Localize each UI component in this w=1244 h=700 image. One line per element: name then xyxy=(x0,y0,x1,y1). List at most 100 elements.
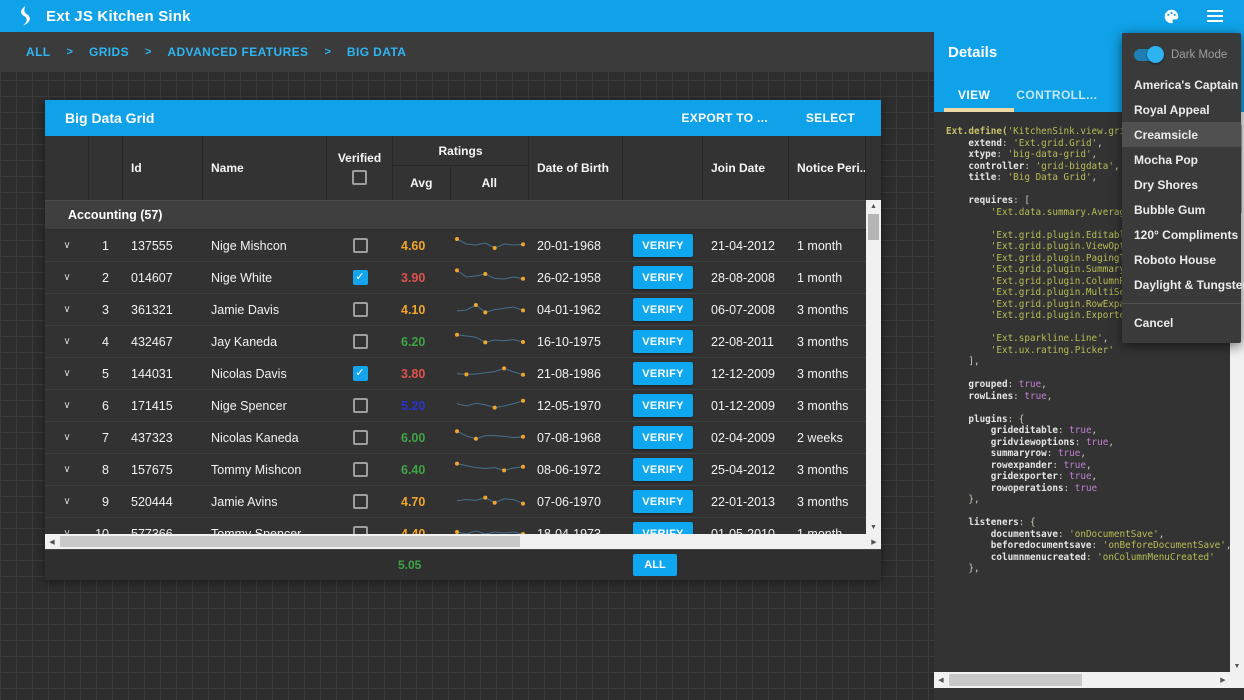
verified-checkbox[interactable] xyxy=(353,334,368,349)
table-row[interactable]: ∨ 8 157675 Tommy Mishcon 6.40 08-06-1972… xyxy=(45,454,866,486)
dark-mode-toggle[interactable] xyxy=(1134,49,1162,61)
table-row[interactable]: ∨ 4 432467 Jay Kaneda 6.20 16-10-1975 VE… xyxy=(45,326,866,358)
verified-checkbox[interactable]: ✓ xyxy=(353,270,368,285)
verify-button[interactable]: VERIFY xyxy=(633,490,693,513)
verified-checkbox[interactable] xyxy=(353,398,368,413)
verify-button[interactable]: VERIFY xyxy=(633,362,693,385)
cell-name: Nicolas Kaneda xyxy=(203,422,327,453)
table-row[interactable]: ∨ 7 437323 Nicolas Kaneda 6.00 07-08-196… xyxy=(45,422,866,454)
group-header-accounting[interactable]: Accounting (57) xyxy=(45,200,866,230)
hamburger-menu-icon[interactable] xyxy=(1204,5,1226,27)
scroll-right-icon[interactable]: ▶ xyxy=(1216,672,1230,688)
grid-vertical-scrollbar[interactable]: ▲ ▼ xyxy=(866,200,881,534)
cell-avg-rating: 6.00 xyxy=(393,422,451,453)
cell-notice-period: 3 months xyxy=(789,294,866,325)
scroll-down-icon[interactable]: ▼ xyxy=(866,521,881,534)
table-row[interactable]: ∨ 1 137555 Nige Mishcon 4.60 20-01-1968 … xyxy=(45,230,866,262)
grid-summary-row: 5.05 ALL xyxy=(45,549,881,580)
row-expander-icon[interactable]: ∨ xyxy=(63,336,70,347)
verified-checkbox[interactable]: ✓ xyxy=(353,366,368,381)
theme-palette-icon[interactable] xyxy=(1160,5,1182,27)
verified-checkbox[interactable] xyxy=(353,430,368,445)
verify-button[interactable]: VERIFY xyxy=(633,522,693,534)
menu-item-theme[interactable]: Mocha Pop xyxy=(1122,147,1241,172)
menu-item-theme[interactable]: Dry Shores xyxy=(1122,172,1241,197)
verify-button[interactable]: VERIFY xyxy=(633,394,693,417)
column-header-notice-period[interactable]: Notice Peri... xyxy=(789,136,866,200)
column-header-name[interactable]: Name xyxy=(203,136,327,200)
cell-id: 432467 xyxy=(123,326,203,357)
code-horizontal-scrollbar[interactable]: ◀ ▶ xyxy=(934,672,1230,688)
verify-button[interactable]: VERIFY xyxy=(633,266,693,289)
breadcrumb-all[interactable]: ALL xyxy=(26,45,51,59)
verify-button[interactable]: VERIFY xyxy=(633,298,693,321)
cell-sparkline xyxy=(451,454,529,485)
verified-checkbox[interactable] xyxy=(353,302,368,317)
grid-horizontal-scrollbar[interactable]: ◀ ▶ xyxy=(45,534,881,549)
verified-checkbox[interactable] xyxy=(353,462,368,477)
column-header-date-of-birth[interactable]: Date of Birth xyxy=(529,136,623,200)
row-expander-icon[interactable]: ∨ xyxy=(63,240,70,251)
table-row[interactable]: ∨ 10 577366 Tommy Spencer 4.40 18-04-197… xyxy=(45,518,866,534)
grid-vscroll-thumb[interactable] xyxy=(868,214,879,240)
menu-item-theme[interactable]: Royal Appeal xyxy=(1122,97,1241,122)
tab-view[interactable]: VIEW xyxy=(958,88,990,102)
menu-item-theme[interactable]: Daylight & Tungsten xyxy=(1122,272,1241,297)
column-header-verified[interactable]: Verified xyxy=(327,136,393,200)
grid-hscroll-thumb[interactable] xyxy=(60,536,520,547)
menu-item-cancel[interactable]: Cancel xyxy=(1122,309,1241,337)
menu-item-theme[interactable]: 120° Compliments xyxy=(1122,222,1241,247)
verify-button[interactable]: VERIFY xyxy=(633,426,693,449)
cell-id: 577366 xyxy=(123,518,203,534)
cell-avg-rating: 3.80 xyxy=(393,358,451,389)
verified-checkbox[interactable] xyxy=(353,238,368,253)
breadcrumb-big-data[interactable]: BIG DATA xyxy=(347,45,406,59)
table-row[interactable]: ∨ 6 171415 Nige Spencer 5.20 12-05-1970 … xyxy=(45,390,866,422)
cell-notice-period: 3 months xyxy=(789,454,866,485)
column-header-avg[interactable]: Avg xyxy=(393,166,451,200)
menu-item-theme[interactable]: Bubble Gum xyxy=(1122,197,1241,222)
cell-join-date: 02-04-2009 xyxy=(703,422,789,453)
table-row[interactable]: ∨ 5 144031 Nicolas Davis ✓ 3.80 21-08-19… xyxy=(45,358,866,390)
row-expander-icon[interactable]: ∨ xyxy=(63,272,70,283)
row-expander-icon[interactable]: ∨ xyxy=(63,464,70,475)
table-row[interactable]: ∨ 3 361321 Jamie Davis 4.10 04-01-1962 V… xyxy=(45,294,866,326)
breadcrumb-advanced-features[interactable]: ADVANCED FEATURES xyxy=(167,45,308,59)
dark-mode-menu-item[interactable]: Dark Mode xyxy=(1122,38,1241,72)
verify-all-button[interactable]: ALL xyxy=(633,554,677,576)
row-expander-icon[interactable]: ∨ xyxy=(63,400,70,411)
table-row[interactable]: ∨ 9 520444 Jamie Avins 4.70 07-06-1970 V… xyxy=(45,486,866,518)
column-header-id[interactable]: Id xyxy=(123,136,203,200)
row-expander-icon[interactable]: ∨ xyxy=(63,368,70,379)
column-header-all[interactable]: All xyxy=(451,166,528,200)
verified-header-checkbox[interactable] xyxy=(352,170,367,185)
export-to-button[interactable]: EXPORT TO ... xyxy=(682,111,768,125)
row-expander-icon[interactable]: ∨ xyxy=(63,304,70,315)
ratings-group-label[interactable]: Ratings xyxy=(393,136,528,166)
verify-button[interactable]: VERIFY xyxy=(633,458,693,481)
breadcrumb-grids[interactable]: GRIDS xyxy=(89,45,129,59)
menu-item-theme[interactable]: Roboto House xyxy=(1122,247,1241,272)
scroll-up-icon[interactable]: ▲ xyxy=(866,200,881,213)
column-header-join-date[interactable]: Join Date xyxy=(703,136,789,200)
cell-avg-rating: 4.10 xyxy=(393,294,451,325)
select-button[interactable]: SELECT xyxy=(806,111,855,125)
scroll-left-icon[interactable]: ◀ xyxy=(934,672,948,688)
verify-button[interactable]: VERIFY xyxy=(633,234,693,257)
row-number: 9 xyxy=(89,486,123,517)
menu-item-theme[interactable]: America's Captain xyxy=(1122,72,1241,97)
verify-button[interactable]: VERIFY xyxy=(633,330,693,353)
tab-controller[interactable]: CONTROLL... xyxy=(1016,88,1097,102)
verified-checkbox[interactable] xyxy=(353,526,368,534)
verified-checkbox[interactable] xyxy=(353,494,368,509)
code-hscroll-thumb[interactable] xyxy=(949,674,1082,686)
cell-sparkline xyxy=(451,390,529,421)
scroll-right-icon[interactable]: ▶ xyxy=(867,534,881,549)
menu-item-theme[interactable]: Creamsicle xyxy=(1122,122,1241,147)
scroll-left-icon[interactable]: ◀ xyxy=(45,534,59,549)
cell-id: 144031 xyxy=(123,358,203,389)
row-expander-icon[interactable]: ∨ xyxy=(63,496,70,507)
table-row[interactable]: ∨ 2 014607 Nige White ✓ 3.90 26-02-1958 … xyxy=(45,262,866,294)
scroll-down-icon[interactable]: ▼ xyxy=(1230,660,1244,672)
row-expander-icon[interactable]: ∨ xyxy=(63,432,70,443)
